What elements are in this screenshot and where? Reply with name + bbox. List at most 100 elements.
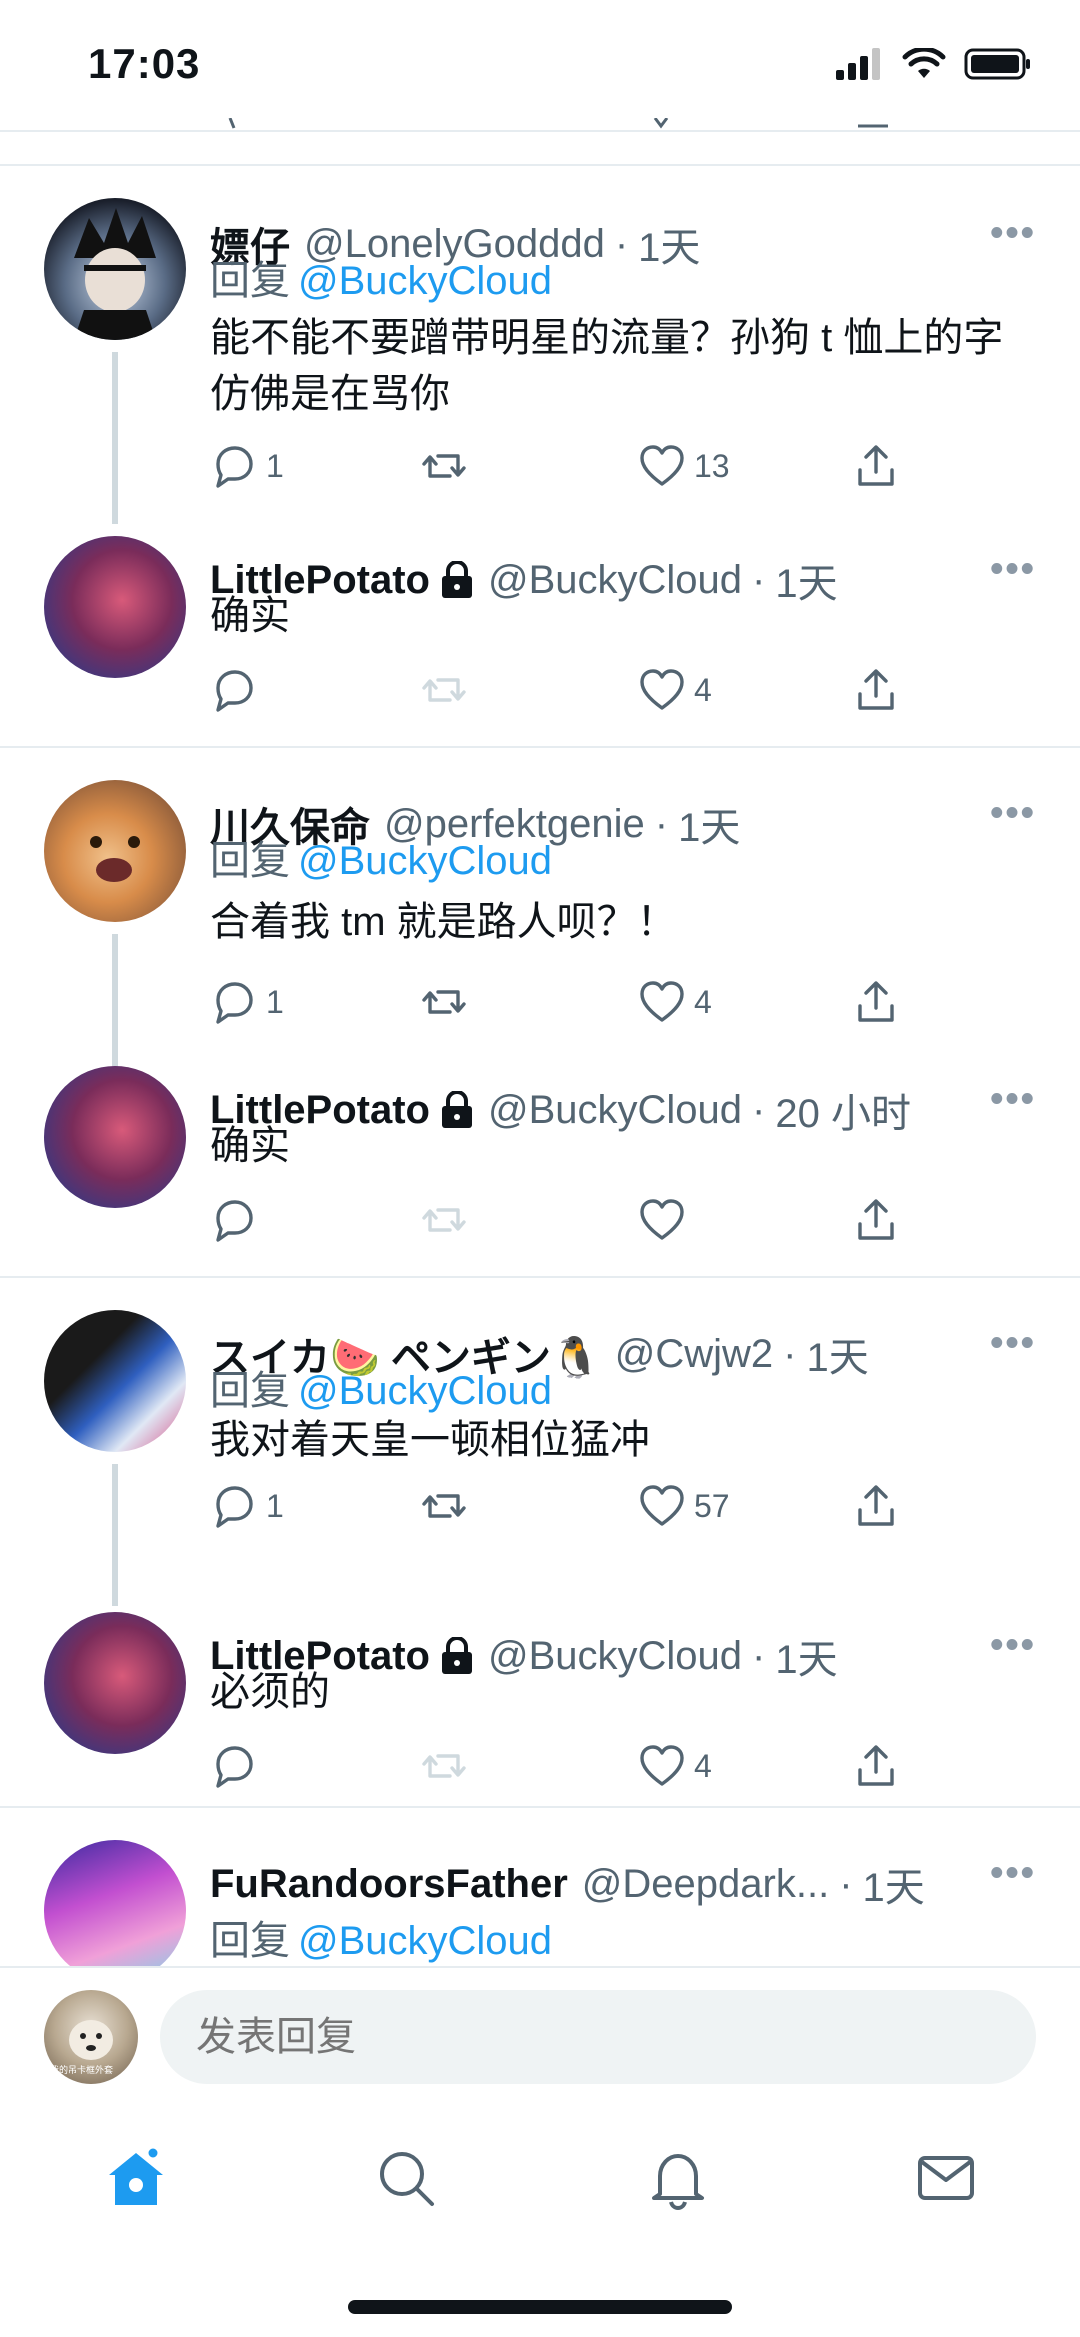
avatar[interactable]: [44, 780, 186, 922]
home-indicator[interactable]: [348, 2300, 732, 2314]
status-icons: [836, 48, 1032, 80]
share-icon: [858, 1745, 894, 1786]
search-icon: [380, 2152, 434, 2206]
tweet-actions: 1 13: [210, 442, 910, 498]
thread-line: [112, 352, 118, 524]
share-button[interactable]: [852, 442, 900, 490]
user-handle[interactable]: @Cwjw2: [615, 1332, 773, 1377]
more-options-icon[interactable]: •••: [990, 792, 1036, 835]
reply-button[interactable]: 1: [210, 442, 284, 490]
reply-icon: [216, 1486, 253, 1528]
share-button[interactable]: [852, 1196, 900, 1244]
reply-context: 回复 @BuckyCloud: [210, 1919, 553, 1963]
reply-button[interactable]: 1: [210, 978, 284, 1026]
reply-context: 回复 @BuckyCloud: [210, 839, 553, 883]
heart-icon: [640, 981, 684, 1022]
share-icon: [858, 1199, 894, 1240]
more-options-icon[interactable]: •••: [990, 1624, 1036, 1667]
retweet-button[interactable]: [420, 978, 468, 1026]
home-icon: [109, 2145, 163, 2205]
more-options-icon[interactable]: •••: [990, 1322, 1036, 1365]
reply-mention-link[interactable]: @BuckyCloud: [298, 259, 552, 303]
tab-messages[interactable]: [906, 2138, 986, 2218]
avatar[interactable]: [44, 536, 186, 678]
tweet-actions: 1 57: [210, 1482, 910, 1538]
share-icon: [858, 669, 894, 710]
tab-notifications[interactable]: [638, 2138, 718, 2218]
retweet-button[interactable]: [420, 442, 468, 490]
retweet-button-disabled: [420, 1742, 468, 1790]
tweet-text: 能不能不要蹭带明星的流量？孙狗 t 恤上的字仿佛是在骂你: [210, 316, 1004, 416]
avatar[interactable]: [44, 1310, 186, 1452]
thread-line: [112, 1464, 118, 1606]
status-bar: 17:03: [0, 0, 1080, 128]
retweet-icon: [422, 1494, 466, 1518]
like-button[interactable]: 4: [638, 978, 712, 1026]
tweet-actions: 1 4: [210, 978, 910, 1034]
tweet-actions: 4: [210, 666, 910, 722]
like-button[interactable]: 4: [638, 1742, 712, 1790]
divider: [0, 1806, 1080, 1808]
reply-icon: [216, 1200, 253, 1242]
reply-button[interactable]: [210, 1196, 266, 1244]
divider: [0, 130, 1080, 132]
tweet-text: 我对着天皇一顿相位猛冲: [210, 1418, 650, 1462]
like-button[interactable]: 13: [638, 442, 730, 490]
retweet-icon: [422, 454, 466, 478]
reply-feed: 嫖仔 @LonelyGodddd · 1天 ••• 回复 @BuckyCloud …: [0, 160, 1080, 1968]
like-button[interactable]: 4: [638, 666, 712, 714]
tab-search[interactable]: [366, 2138, 446, 2218]
reply-input[interactable]: [160, 1990, 1036, 2084]
tweet-text: 必须的: [210, 1670, 330, 1714]
retweet-icon: [422, 1208, 466, 1232]
share-button[interactable]: [852, 666, 900, 714]
reply-button[interactable]: [210, 1742, 266, 1790]
composer-avatar[interactable]: 我的吊卡框外套: [44, 1990, 138, 2084]
more-options-icon[interactable]: •••: [990, 548, 1036, 591]
reply-composer: 我的吊卡框外套: [0, 1968, 1080, 2088]
heart-icon: [640, 1199, 684, 1240]
divider: [0, 746, 1080, 748]
reply-mention-link[interactable]: @BuckyCloud: [298, 1369, 552, 1413]
tweet-header: FuRandoorsFather @Deepdark... · 1天: [210, 1856, 1080, 1912]
reply-icon: [216, 1746, 253, 1788]
more-options-icon[interactable]: •••: [990, 212, 1036, 255]
share-button[interactable]: [852, 978, 900, 1026]
like-count: 13: [694, 447, 730, 484]
reply-button[interactable]: [210, 666, 266, 714]
tweet-text: 确实: [210, 594, 290, 638]
user-handle[interactable]: @Deepdark...: [582, 1862, 829, 1907]
display-name[interactable]: FuRandoorsFather: [210, 1862, 568, 1907]
tweet-text: 确实: [210, 1124, 290, 1168]
divider: [0, 1276, 1080, 1278]
more-options-icon[interactable]: •••: [990, 1078, 1036, 1121]
reply-mention-link[interactable]: @BuckyCloud: [298, 839, 552, 883]
avatar[interactable]: [44, 1612, 186, 1754]
tweet-actions: [210, 1196, 910, 1252]
avatar[interactable]: [44, 198, 186, 340]
reply-count: 1: [266, 983, 284, 1020]
heart-icon: [640, 1485, 684, 1526]
share-icon: [858, 1485, 894, 1526]
like-count: 57: [694, 1487, 730, 1524]
like-button[interactable]: 57: [638, 1482, 730, 1530]
messages-icon: [918, 2156, 974, 2200]
like-button[interactable]: [638, 1196, 694, 1244]
avatar[interactable]: [44, 1840, 186, 1968]
status-time: 17:03: [88, 40, 201, 87]
timestamp: 1天: [638, 226, 701, 270]
share-icon: [858, 981, 894, 1022]
reply-button[interactable]: 1: [210, 1482, 284, 1530]
more-options-icon[interactable]: •••: [990, 1852, 1036, 1895]
avatar[interactable]: [44, 1066, 186, 1208]
like-count: 4: [694, 983, 712, 1020]
reply-icon: [216, 670, 253, 712]
retweet-button[interactable]: [420, 1482, 468, 1530]
tab-home[interactable]: [96, 2138, 176, 2218]
timestamp: 1天: [862, 1866, 925, 1910]
reply-icon: [216, 446, 253, 488]
heart-icon: [640, 445, 684, 486]
share-button[interactable]: [852, 1482, 900, 1530]
reply-mention-link[interactable]: @BuckyCloud: [298, 1919, 552, 1963]
share-button[interactable]: [852, 1742, 900, 1790]
